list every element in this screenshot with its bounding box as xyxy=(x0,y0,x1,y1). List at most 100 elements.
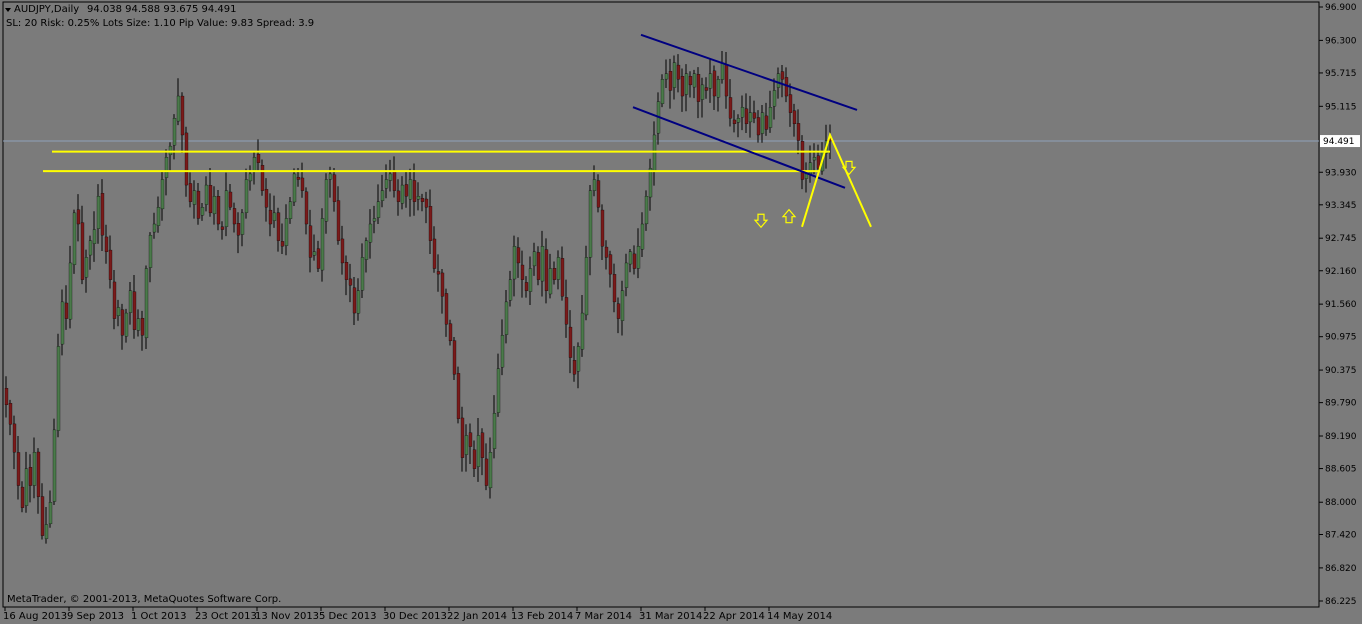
candle-body xyxy=(392,171,397,191)
candle xyxy=(764,102,769,136)
candle xyxy=(668,58,673,109)
candle xyxy=(680,68,685,112)
candle-body xyxy=(420,198,425,202)
time-tick: 14 May 2014 xyxy=(767,611,832,622)
candle-body xyxy=(452,340,457,375)
candle xyxy=(632,245,637,275)
candle-body xyxy=(740,107,745,118)
candle xyxy=(548,253,553,299)
candle xyxy=(424,191,429,224)
candle xyxy=(624,253,629,297)
candle-body xyxy=(116,307,121,317)
arrow-up-icon[interactable] xyxy=(781,208,797,224)
candle-body xyxy=(480,432,485,458)
header: AUDJPY,Daily 94.038 94.588 93.675 94.491… xyxy=(5,4,314,29)
candle-body xyxy=(556,257,561,280)
candle-body xyxy=(372,218,377,222)
candle-body xyxy=(544,249,549,291)
candle-body xyxy=(268,209,273,225)
candle xyxy=(676,54,681,93)
price-axis: 96.900 96.300 95.715 95.115 94.491 93.930 93.3… xyxy=(1319,3,1360,607)
candle xyxy=(388,159,393,192)
candle xyxy=(120,303,125,350)
candle xyxy=(184,126,189,197)
candle-body xyxy=(768,107,773,128)
chart-window[interactable]: 96.900 96.300 95.715 95.115 94.491 93.930 93.3… xyxy=(0,0,1362,624)
candle xyxy=(316,240,321,272)
projection-path[interactable] xyxy=(801,132,872,228)
candle-body xyxy=(796,123,801,141)
time-tick: 13 Feb 2014 xyxy=(511,611,573,622)
candles xyxy=(4,51,833,544)
candle xyxy=(236,212,241,254)
candle xyxy=(664,59,669,89)
candle xyxy=(724,51,729,109)
candle-body xyxy=(180,95,185,136)
price-tick: 88.000 xyxy=(1325,498,1357,508)
candle xyxy=(540,230,545,297)
candle-body xyxy=(412,180,417,202)
price-tick: 91.560 xyxy=(1325,300,1357,310)
candle-body xyxy=(156,207,161,226)
candle xyxy=(436,254,441,292)
candle-body xyxy=(652,134,657,171)
candle-body xyxy=(52,429,57,502)
price-tick: 88.605 xyxy=(1325,465,1357,475)
candle-body xyxy=(184,132,189,186)
candle-body xyxy=(524,282,529,291)
candle-body xyxy=(564,297,569,325)
time-tick: 31 Mar 2014 xyxy=(639,611,702,622)
time-tick: 16 Aug 2013 xyxy=(3,611,67,622)
time-tick: 7 Mar 2014 xyxy=(575,611,632,622)
candle xyxy=(360,243,365,298)
candle xyxy=(468,423,473,464)
candle-body xyxy=(276,212,281,241)
price-tick: 95.115 xyxy=(1325,102,1357,112)
price-tick: 94.491 xyxy=(1323,137,1355,147)
candle-body xyxy=(616,303,621,319)
candle-body xyxy=(700,84,705,100)
candle xyxy=(628,249,633,273)
candle xyxy=(32,437,37,499)
candle-body xyxy=(220,226,225,230)
candle xyxy=(8,399,13,436)
risk-info: SL: 20 Risk: 0.25% Lots Size: 1.10 Pip V… xyxy=(6,18,314,29)
candle xyxy=(372,205,377,234)
candle xyxy=(244,168,249,219)
candle xyxy=(508,270,513,307)
arrow-down-icon[interactable] xyxy=(841,160,857,176)
candle-body xyxy=(440,272,445,297)
candle-body xyxy=(572,360,577,375)
price-chart[interactable]: 96.900 96.300 95.715 95.115 94.491 93.930 93.3… xyxy=(0,0,1362,624)
time-tick: 9 Sep 2013 xyxy=(67,611,124,622)
candle xyxy=(812,143,817,175)
candle-body xyxy=(516,247,521,264)
candle xyxy=(620,280,625,336)
candle-body xyxy=(772,90,777,107)
candle xyxy=(496,353,501,417)
candle xyxy=(452,337,457,381)
candle-body xyxy=(636,246,641,269)
candle-body xyxy=(264,189,269,208)
arrow-down-icon[interactable] xyxy=(753,213,769,229)
candle xyxy=(484,443,489,491)
candle xyxy=(444,288,449,337)
candle xyxy=(476,418,481,482)
candle xyxy=(728,79,733,127)
candle xyxy=(288,196,293,224)
candle xyxy=(448,319,453,346)
time-tick: 5 Dec 2013 xyxy=(319,611,377,622)
price-tick: 90.375 xyxy=(1325,366,1357,376)
candle xyxy=(40,483,45,540)
price-tick: 90.975 xyxy=(1325,333,1357,343)
candle xyxy=(292,168,297,206)
candle xyxy=(596,174,601,213)
candle-body xyxy=(532,251,537,267)
candle xyxy=(84,249,89,293)
candle xyxy=(140,310,145,351)
candle-body xyxy=(296,177,301,180)
candle xyxy=(124,308,129,343)
triangle-down-icon[interactable] xyxy=(5,8,11,12)
candle xyxy=(68,245,73,329)
candle xyxy=(212,186,217,225)
